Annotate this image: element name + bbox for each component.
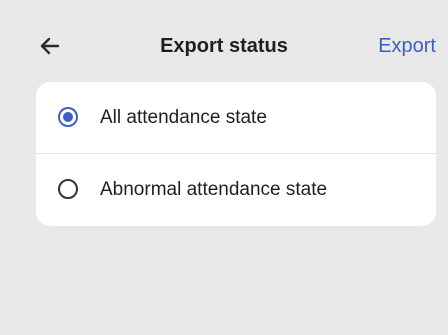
- back-button[interactable]: [36, 32, 64, 60]
- export-status-options: All attendance state Abnormal attendance…: [36, 82, 436, 226]
- arrow-left-icon: [40, 37, 60, 55]
- export-button[interactable]: Export: [378, 34, 436, 58]
- option-all-attendance-state[interactable]: All attendance state: [36, 82, 436, 154]
- option-abnormal-attendance-state[interactable]: Abnormal attendance state: [36, 154, 436, 226]
- radio-selected-icon[interactable]: [58, 107, 78, 127]
- radio-unselected-icon[interactable]: [58, 179, 78, 199]
- option-label: All attendance state: [100, 107, 267, 128]
- option-label: Abnormal attendance state: [100, 179, 328, 200]
